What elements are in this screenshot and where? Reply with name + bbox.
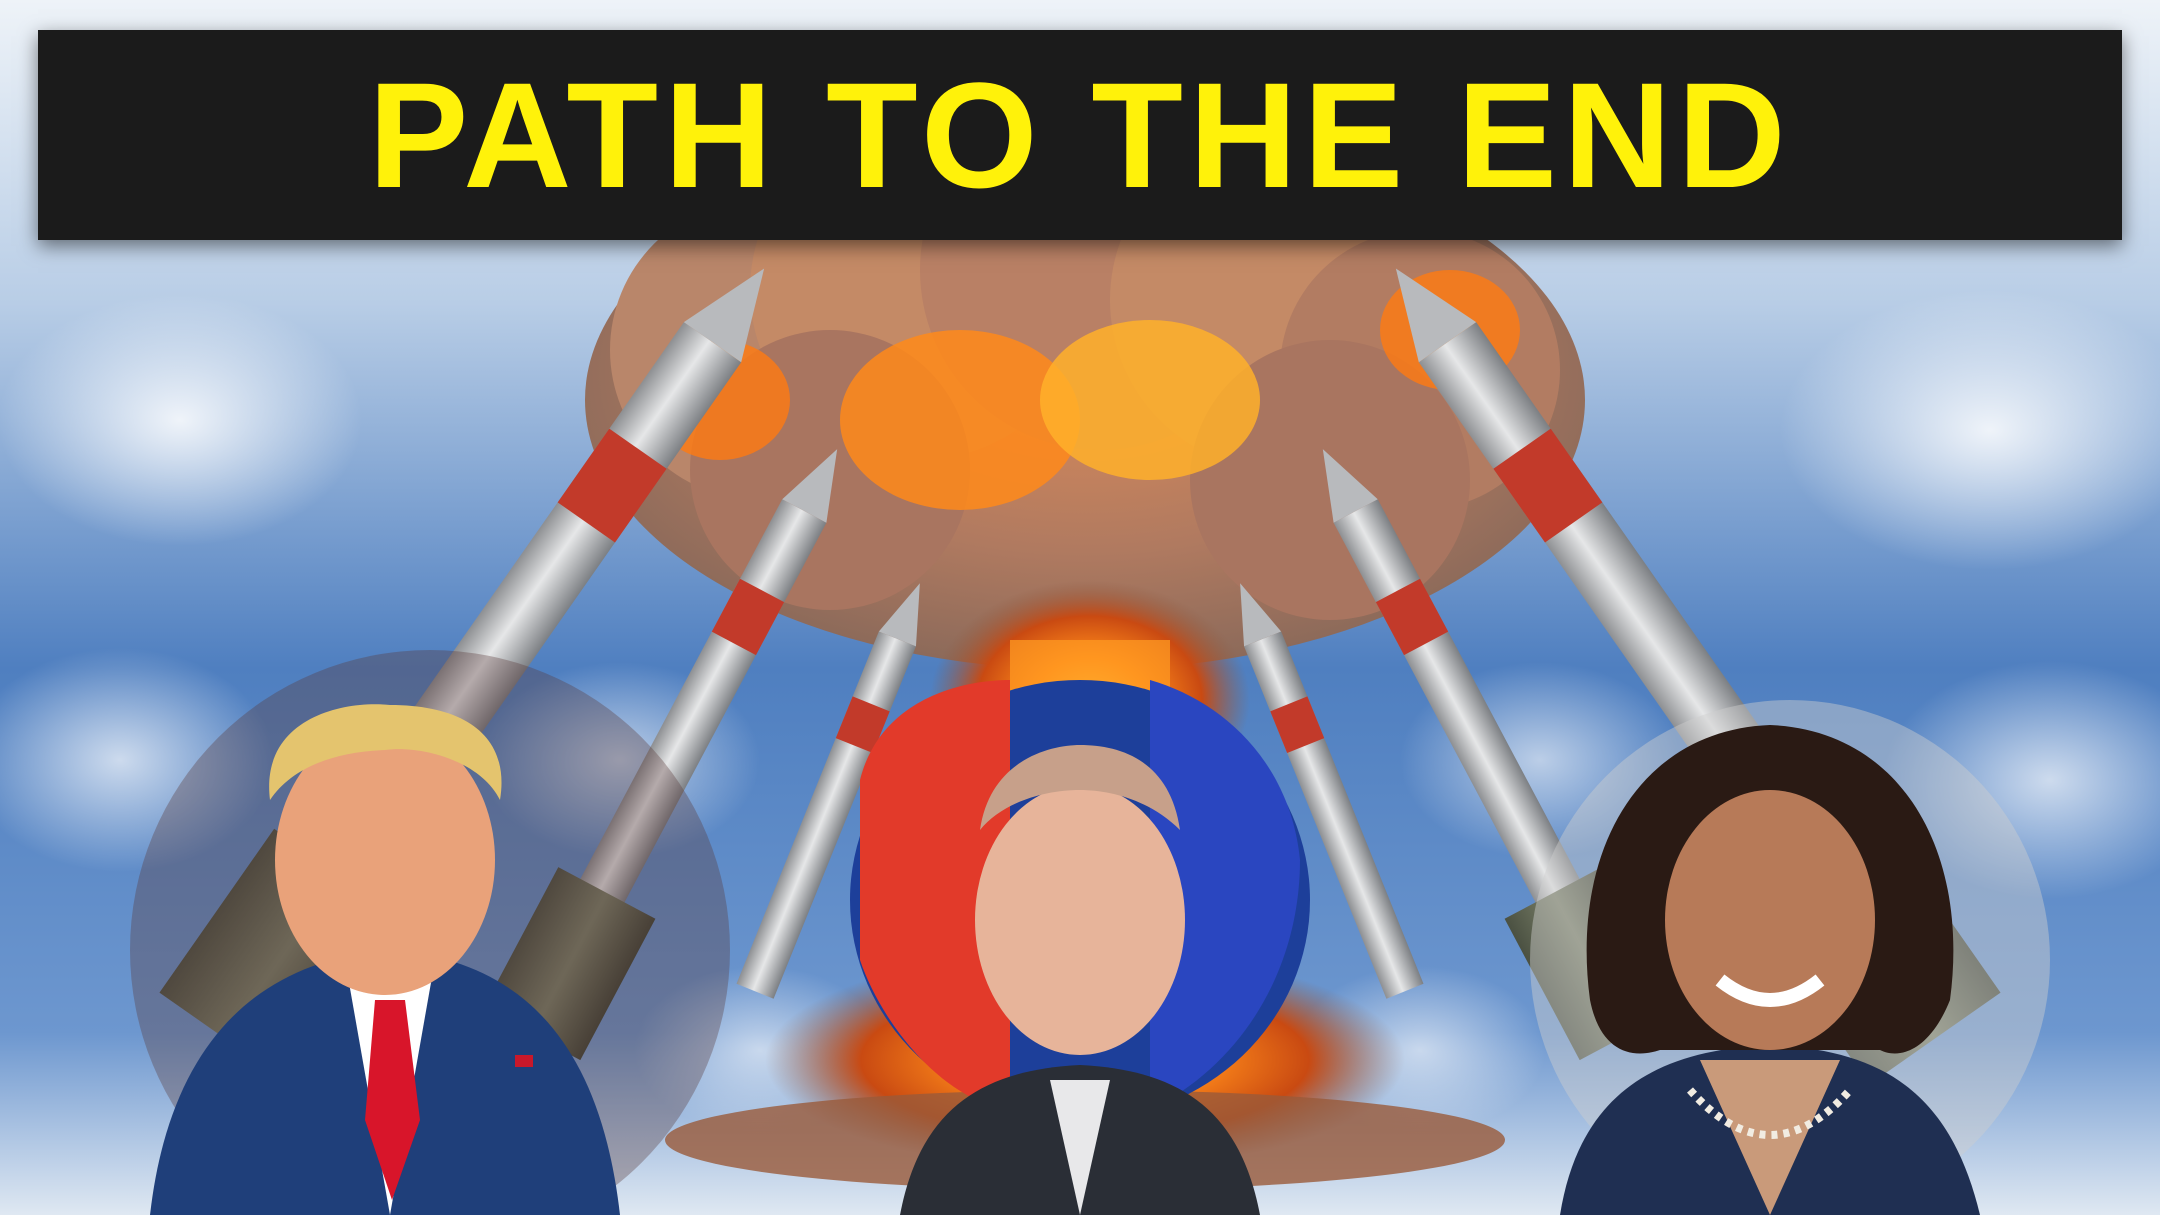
- left-portrait: [130, 650, 730, 1215]
- right-portrait: [1530, 700, 2050, 1215]
- headline-text: PATH TO THE END: [368, 51, 1792, 219]
- headline-banner: PATH TO THE END: [38, 30, 2122, 240]
